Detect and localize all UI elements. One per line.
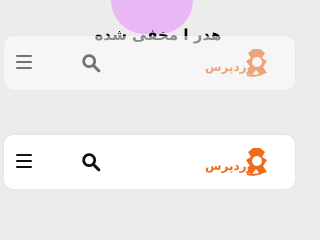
wordpress-logo[interactable]: وردپرس: [202, 145, 272, 179]
search-icon[interactable]: [80, 52, 102, 74]
search-icon[interactable]: [80, 151, 102, 173]
visible-header-bar: وردپرس: [4, 135, 295, 189]
hidden-header-bar: وردپرس: [4, 36, 295, 90]
logo-text: وردپرس: [204, 60, 254, 74]
logo-text: وردپرس: [204, 159, 254, 173]
wordpress-logo[interactable]: وردپرس: [202, 46, 272, 80]
menu-icon[interactable]: [16, 53, 34, 71]
screen: هدر ا مخفی شده وردپرس وردپرس: [0, 0, 299, 216]
menu-icon[interactable]: [16, 152, 34, 170]
